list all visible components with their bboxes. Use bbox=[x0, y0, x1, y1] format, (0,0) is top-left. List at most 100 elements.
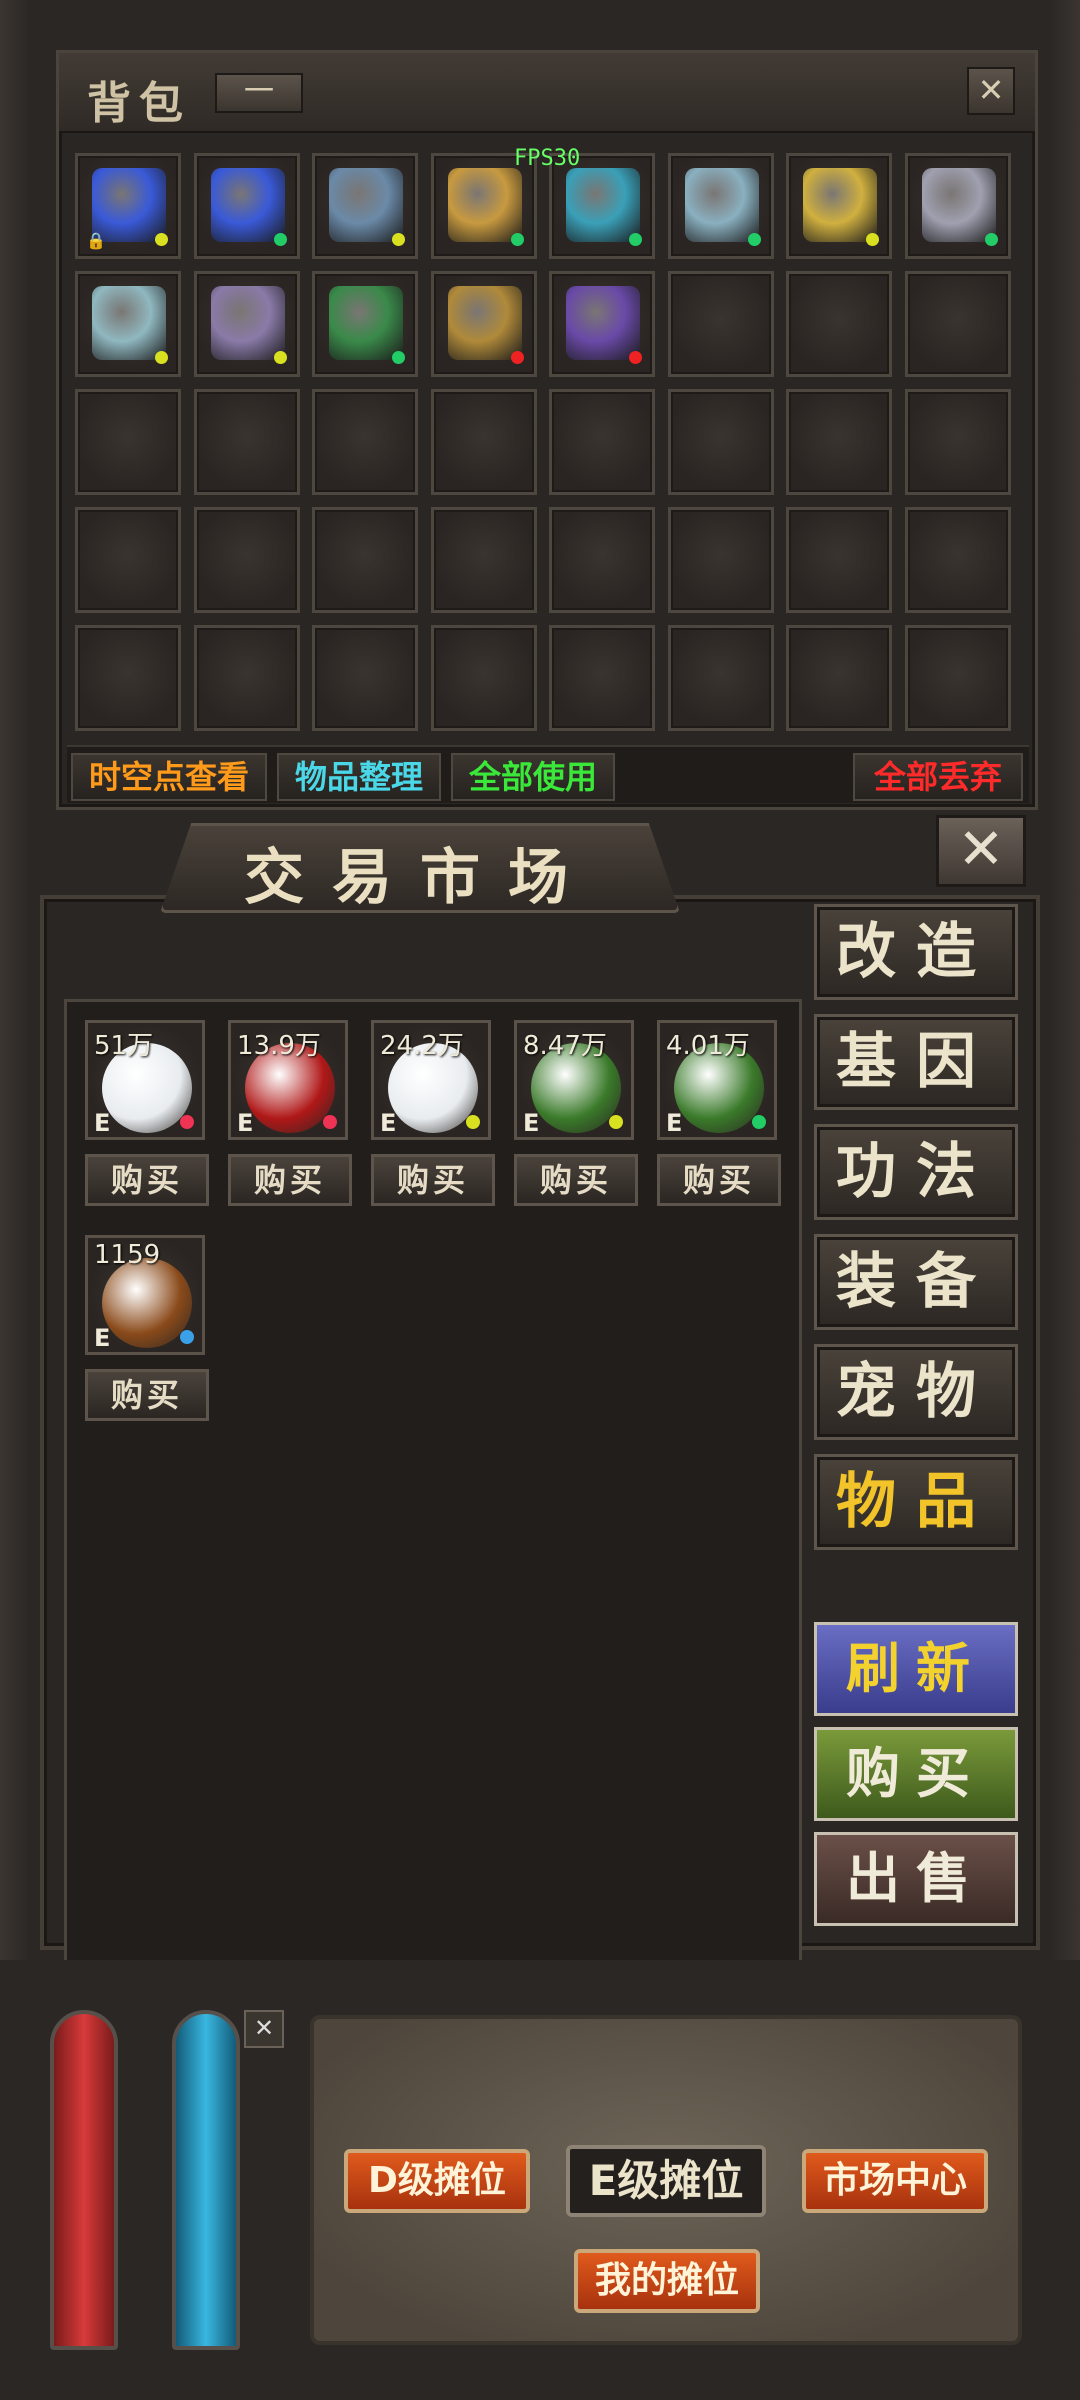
spacetime-view-button[interactable]: 时空点查看 bbox=[71, 753, 267, 801]
armor-item-icon bbox=[329, 168, 403, 242]
inventory-slot[interactable] bbox=[904, 389, 1011, 495]
listing-grade: E bbox=[666, 1109, 683, 1137]
sort-items-button[interactable]: 物品整理 bbox=[277, 753, 441, 801]
inventory-slot[interactable] bbox=[430, 271, 537, 377]
inventory-slot[interactable] bbox=[312, 625, 418, 731]
quality-dot bbox=[273, 233, 287, 246]
listing-buy-button[interactable]: 购买 bbox=[657, 1154, 781, 1206]
inventory-slot[interactable] bbox=[667, 507, 774, 613]
inventory-slot[interactable] bbox=[667, 389, 774, 495]
category-pet[interactable]: 宠物 bbox=[814, 1344, 1018, 1440]
sell-button[interactable]: 出售 bbox=[814, 1832, 1018, 1926]
inventory-slot[interactable] bbox=[193, 625, 300, 731]
inventory-slot[interactable] bbox=[904, 153, 1011, 259]
inventory-slot[interactable] bbox=[75, 271, 181, 377]
inventory-slot[interactable] bbox=[75, 625, 181, 731]
buy-button[interactable]: 购买 bbox=[814, 1727, 1018, 1821]
listing-buy-button[interactable]: 购买 bbox=[85, 1369, 209, 1421]
inventory-slot[interactable] bbox=[193, 153, 300, 259]
category-gene[interactable]: 基因 bbox=[814, 1014, 1018, 1110]
inventory-slot[interactable] bbox=[312, 271, 418, 377]
mana-gauge bbox=[172, 2010, 240, 2350]
category-modify[interactable]: 改造 bbox=[814, 904, 1018, 1000]
inventory-slot[interactable] bbox=[193, 389, 300, 495]
chain-item-icon bbox=[921, 168, 996, 242]
quality-dot bbox=[180, 1330, 194, 1344]
health-gauge bbox=[50, 2010, 118, 2350]
listing-slot[interactable]: 51万 E bbox=[85, 1020, 205, 1140]
listing-area: 51万 E 购买 13.9万 E 购买 24.2万 E 购买 8.47万 E 购买 4.01万 E 购买 11… bbox=[64, 999, 802, 1999]
my-stall-button[interactable]: 我的摊位 bbox=[574, 2249, 760, 2313]
inventory-slot[interactable] bbox=[786, 271, 892, 377]
listing-buy-button[interactable]: 购买 bbox=[85, 1154, 209, 1206]
inventory-slot[interactable] bbox=[312, 507, 418, 613]
quality-dot bbox=[629, 351, 642, 364]
inventory-slot[interactable] bbox=[667, 153, 774, 259]
listing-buy-button[interactable]: 购买 bbox=[371, 1154, 495, 1206]
listing-price: 13.9万 bbox=[237, 1031, 321, 1061]
inventory-slot[interactable] bbox=[549, 389, 655, 495]
inventory-slot[interactable] bbox=[904, 271, 1011, 377]
inventory-slot[interactable] bbox=[904, 507, 1011, 613]
listing-slot[interactable]: 8.47万 E bbox=[514, 1020, 634, 1140]
inventory-slot[interactable] bbox=[786, 507, 892, 613]
inventory-slot[interactable] bbox=[193, 507, 300, 613]
inventory-slot[interactable] bbox=[193, 271, 300, 377]
inventory-slot[interactable] bbox=[786, 389, 892, 495]
lamp-item-icon bbox=[566, 168, 640, 242]
stall-close-button[interactable]: ✕ bbox=[244, 2010, 284, 2048]
inventory-slot[interactable] bbox=[430, 625, 537, 731]
market-listing: 8.47万 E 购买 bbox=[514, 1020, 638, 1206]
discard-all-button[interactable]: 全部丢弃 bbox=[853, 753, 1023, 801]
inventory-slot[interactable] bbox=[549, 507, 655, 613]
category-skill[interactable]: 功法 bbox=[814, 1124, 1018, 1220]
quality-dot bbox=[273, 351, 287, 364]
inventory-slot[interactable]: 🔒 bbox=[75, 153, 181, 259]
inventory-slot[interactable] bbox=[430, 389, 537, 495]
inventory-slot[interactable] bbox=[75, 507, 181, 613]
listing-grade: E bbox=[94, 1324, 111, 1352]
listing-buy-button[interactable]: 购买 bbox=[514, 1154, 638, 1206]
inventory-slot[interactable] bbox=[312, 389, 418, 495]
refresh-button[interactable]: 刷新 bbox=[814, 1622, 1018, 1716]
blue-crystal-item-icon bbox=[210, 168, 285, 242]
quality-dot bbox=[609, 1115, 623, 1129]
listing-price: 8.47万 bbox=[523, 1031, 607, 1061]
quality-dot bbox=[747, 233, 761, 246]
market-body: 51万 E 购买 13.9万 E 购买 24.2万 E 购买 8.47万 E 购买 4.01万 E 购买 11… bbox=[40, 895, 1040, 1999]
inventory-slot[interactable] bbox=[549, 271, 655, 377]
fps-counter: FPS30 bbox=[514, 146, 581, 171]
quality-dot bbox=[155, 351, 168, 364]
market-center-button[interactable]: 市场中心 bbox=[802, 2149, 988, 2213]
market-listing: 1159 E 购买 bbox=[85, 1235, 209, 1421]
listing-buy-button[interactable]: 购买 bbox=[228, 1154, 352, 1206]
category-items[interactable]: 物品 bbox=[814, 1454, 1018, 1550]
listing-slot[interactable]: 13.9万 E bbox=[228, 1020, 348, 1140]
stall-panel: D级摊位 E级摊位 市场中心 我的摊位 bbox=[310, 2015, 1022, 2345]
quality-dot bbox=[392, 233, 405, 246]
category-equipment[interactable]: 装备 bbox=[814, 1234, 1018, 1330]
listing-slot[interactable]: 24.2万 E bbox=[371, 1020, 491, 1140]
inventory-slot[interactable] bbox=[786, 625, 892, 731]
inventory-slot[interactable] bbox=[75, 389, 181, 495]
inventory-slot[interactable] bbox=[549, 625, 655, 731]
inventory-slot[interactable] bbox=[312, 153, 418, 259]
inventory-slot[interactable] bbox=[430, 507, 537, 613]
quality-dot bbox=[510, 351, 524, 364]
inventory-slot[interactable] bbox=[667, 625, 774, 731]
backpack-close-button[interactable]: ✕ bbox=[967, 67, 1015, 115]
minimize-button[interactable]: 一 bbox=[215, 73, 303, 113]
e-stall-button[interactable]: E级摊位 bbox=[566, 2145, 766, 2217]
use-all-button[interactable]: 全部使用 bbox=[451, 753, 615, 801]
market-close-button[interactable]: ✕ bbox=[936, 815, 1026, 887]
quality-dot bbox=[323, 1115, 337, 1129]
inventory-slot[interactable] bbox=[667, 271, 774, 377]
d-stall-button[interactable]: D级摊位 bbox=[344, 2149, 530, 2213]
quality-dot bbox=[155, 233, 168, 246]
listing-slot[interactable]: 1159 E bbox=[85, 1235, 205, 1355]
market-listing: 4.01万 E 购买 bbox=[657, 1020, 781, 1206]
inventory-slot[interactable] bbox=[904, 625, 1011, 731]
listing-slot[interactable]: 4.01万 E bbox=[657, 1020, 777, 1140]
inventory-slot[interactable] bbox=[786, 153, 892, 259]
backpack-actions-bar: 时空点查看 物品整理 全部使用 全部丢弃 bbox=[67, 745, 1029, 803]
